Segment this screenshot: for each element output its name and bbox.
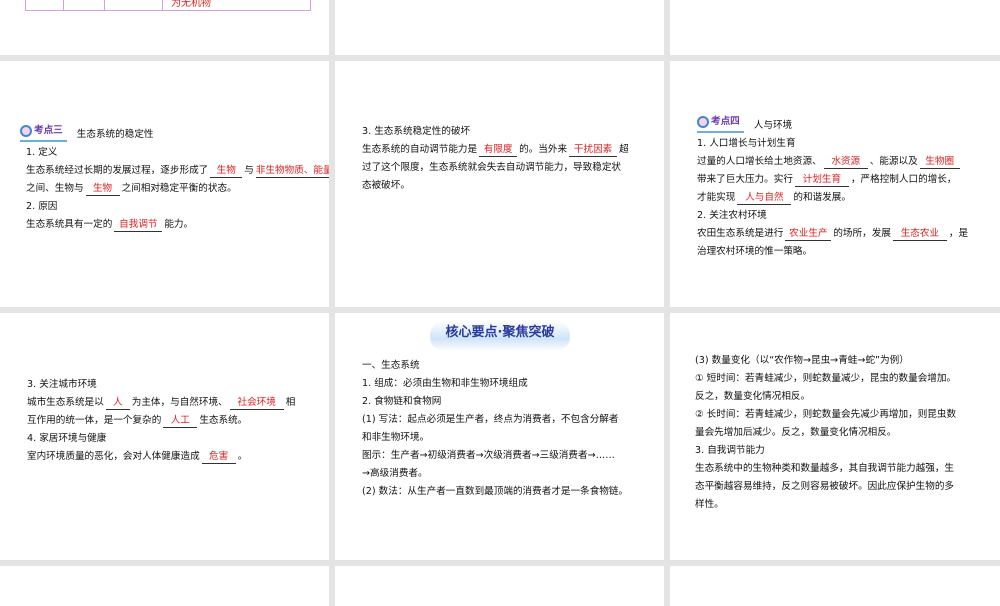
slide-heading: 生态系统的稳定性 [76, 129, 154, 140]
slide-thumbnail[interactable]: 核心要点·聚焦突破 一、生态系统 1. 组成：必须由生物和非生物环境组成 2. … [335, 313, 664, 560]
badge-icon [697, 116, 709, 128]
badge-label: 考点四 [711, 116, 740, 127]
section-heading: 2. 原因 [26, 201, 58, 212]
text: 之间、生物与 [26, 183, 84, 194]
text: 。 [237, 451, 248, 462]
section-heading: 1. 人口增长与计划生育 [697, 138, 796, 149]
answer-blank: 生物 [210, 164, 243, 178]
answer-blank: 非生物物质、能量 [255, 164, 329, 178]
answer-blank: 农业生产 [785, 227, 832, 241]
text: 的和谐发展。 [793, 192, 851, 203]
text: 一、生态系统 [362, 360, 420, 371]
slide-thumbnail[interactable] [335, 566, 664, 606]
text: 城市生态系统是以 [27, 397, 104, 408]
text: 室内环境质量的恶化，会对人体健康造成 [27, 451, 200, 462]
slide-thumbnail[interactable]: 为无机物 [0, 0, 329, 55]
text: 为主体，与自然环境、 [131, 397, 228, 408]
answer-blank: 干扰因素 [569, 143, 618, 157]
slide-thumbnail[interactable] [670, 0, 1000, 55]
section-heading: 2. 关注农村环境 [697, 210, 767, 221]
answer-blank: 社会环境 [229, 396, 284, 410]
text: 过了这个限度，生态系统就会失去自动调节能力，导致稳定状 [362, 162, 622, 173]
text: 能力。 [164, 219, 194, 230]
slide-table: 为无机物 [25, 0, 311, 11]
text: 生态系统经过长期的发展过程，逐步形成了 [26, 165, 209, 176]
text: 治理农村环境的惟一策略。 [697, 246, 813, 257]
text: 超 [619, 144, 629, 155]
text: →高级消费者。 [362, 468, 428, 479]
text: 之间相对稳定平衡的状态。 [121, 183, 237, 194]
text: 过量的人口增长给土地资源、 [697, 156, 822, 167]
answer-blank: 水资源 [823, 155, 868, 169]
text: (3) 数量变化（以“农作物→昆虫→青蛙→蛇”为例） [695, 355, 909, 366]
text: 互作用的统一体，是一个复杂的 [27, 415, 162, 426]
badge-icon [20, 125, 32, 137]
text: 2. 食物链和食物网 [362, 396, 442, 407]
answer-blank: 人工 [163, 414, 198, 428]
section-heading: 4. 家居环境与健康 [27, 433, 107, 444]
slide-thumbnail[interactable] [335, 0, 664, 55]
text: 相 [285, 397, 296, 408]
text: 和非生物环境。 [362, 432, 430, 443]
answer-blank: 自我调节 [114, 218, 163, 232]
text: 的场所，发展 [833, 228, 891, 239]
topic-badge: 考点三 [20, 122, 67, 142]
answer-blank: 人 [105, 396, 130, 410]
section-heading: 1. 定义 [26, 147, 58, 158]
slide-thumbnail[interactable]: 考点四 人与环境 1. 人口增长与计划生育 过量的人口增长给土地资源、 水资源 、能源… [670, 61, 1000, 307]
text: 3. 自我调节能力 [695, 445, 765, 456]
text: 1. 组成：必须由生物和非生物环境组成 [362, 378, 528, 389]
text: 与 [244, 165, 254, 176]
text: 生态系统。 [199, 415, 248, 426]
answer-blank: 有限度 [479, 143, 518, 157]
table-cell: 为无机物 [162, 0, 311, 11]
slide-thumbnail[interactable] [0, 566, 329, 606]
text: 图示：生产者→初级消费者→次级消费者→三级消费者→…… [362, 450, 615, 461]
topic-badge: 考点四 [697, 113, 744, 133]
text: 生态系统的自动调节能力是 [362, 144, 478, 155]
text: 的。当外来 [519, 144, 568, 155]
text: 才能实现 [697, 192, 736, 203]
answer-blank: 人与自然 [737, 191, 792, 205]
text: 反之，数量变化情况相反。 [695, 391, 811, 402]
answer-blank: 危害 [201, 450, 236, 464]
text: 生态系统中的生物种类和数量越多，其自我调节能力越强，生 [695, 463, 955, 474]
slide-thumbnail[interactable] [670, 566, 1000, 606]
section-heading: 3. 关注城市环境 [27, 379, 97, 390]
slide-heading: 人与环境 [753, 120, 793, 131]
answer-blank: 生态农业 [892, 227, 947, 241]
text: 生态系统具有一定的 [26, 219, 113, 230]
text: ，严格控制人口的增长， [850, 174, 957, 185]
text: 量会先增加后减少。反之，数量变化情况相反。 [695, 427, 897, 438]
slide-thumbnail[interactable]: 3. 生态系统稳定性的破坏 生态系统的自动调节能力是 有限度 的。当外来 干扰因素超 … [335, 61, 664, 307]
text: (1) 写法：起点必须是生产者，终点为消费者，不包含分解者 [362, 414, 619, 425]
answer-blank: 生物圈 [919, 155, 960, 169]
slide-thumbnail[interactable]: 3. 关注城市环境 城市生态系统是以人为主体，与自然环境、 社会环境相 互作用的统… [0, 313, 329, 560]
text: 、能源以及 [869, 156, 918, 167]
text: ① 短时间：若青蛙减少，则蛇数量减少，昆虫的数量会增加。 [695, 373, 957, 384]
text: 态被破坏。 [362, 180, 410, 191]
section-banner: 核心要点·聚焦突破 [430, 321, 570, 351]
slide-thumbnail[interactable]: 考点三 生态系统的稳定性 1. 定义 生态系统经过长期的发展过程，逐步形成了 生物与… [0, 61, 329, 307]
section-heading: 3. 生态系统稳定性的破坏 [362, 126, 471, 137]
text: 样性。 [695, 499, 724, 510]
slide-thumbnail[interactable]: (3) 数量变化（以“农作物→昆虫→青蛙→蛇”为例） ① 短时间：若青蛙减少，则… [670, 313, 1000, 560]
answer-blank: 计划生育 [794, 173, 849, 187]
text: 带来了巨大压力。实行 [697, 174, 793, 185]
text: (2) 数法：从生产者一直数到最顶端的消费者才是一条食物链。 [362, 486, 629, 497]
text: 态平衡越容易维持，反之则容易被破坏。因此应保护生物的多 [695, 481, 955, 492]
answer-blank: 生物 [85, 182, 120, 196]
badge-label: 考点三 [34, 125, 63, 136]
text: ，是 [948, 228, 969, 239]
text: 农田生态系统是进行 [697, 228, 784, 239]
text: ② 长时间：若青蛙减少，则蛇数量会先减少再增加，则昆虫数 [695, 409, 957, 420]
